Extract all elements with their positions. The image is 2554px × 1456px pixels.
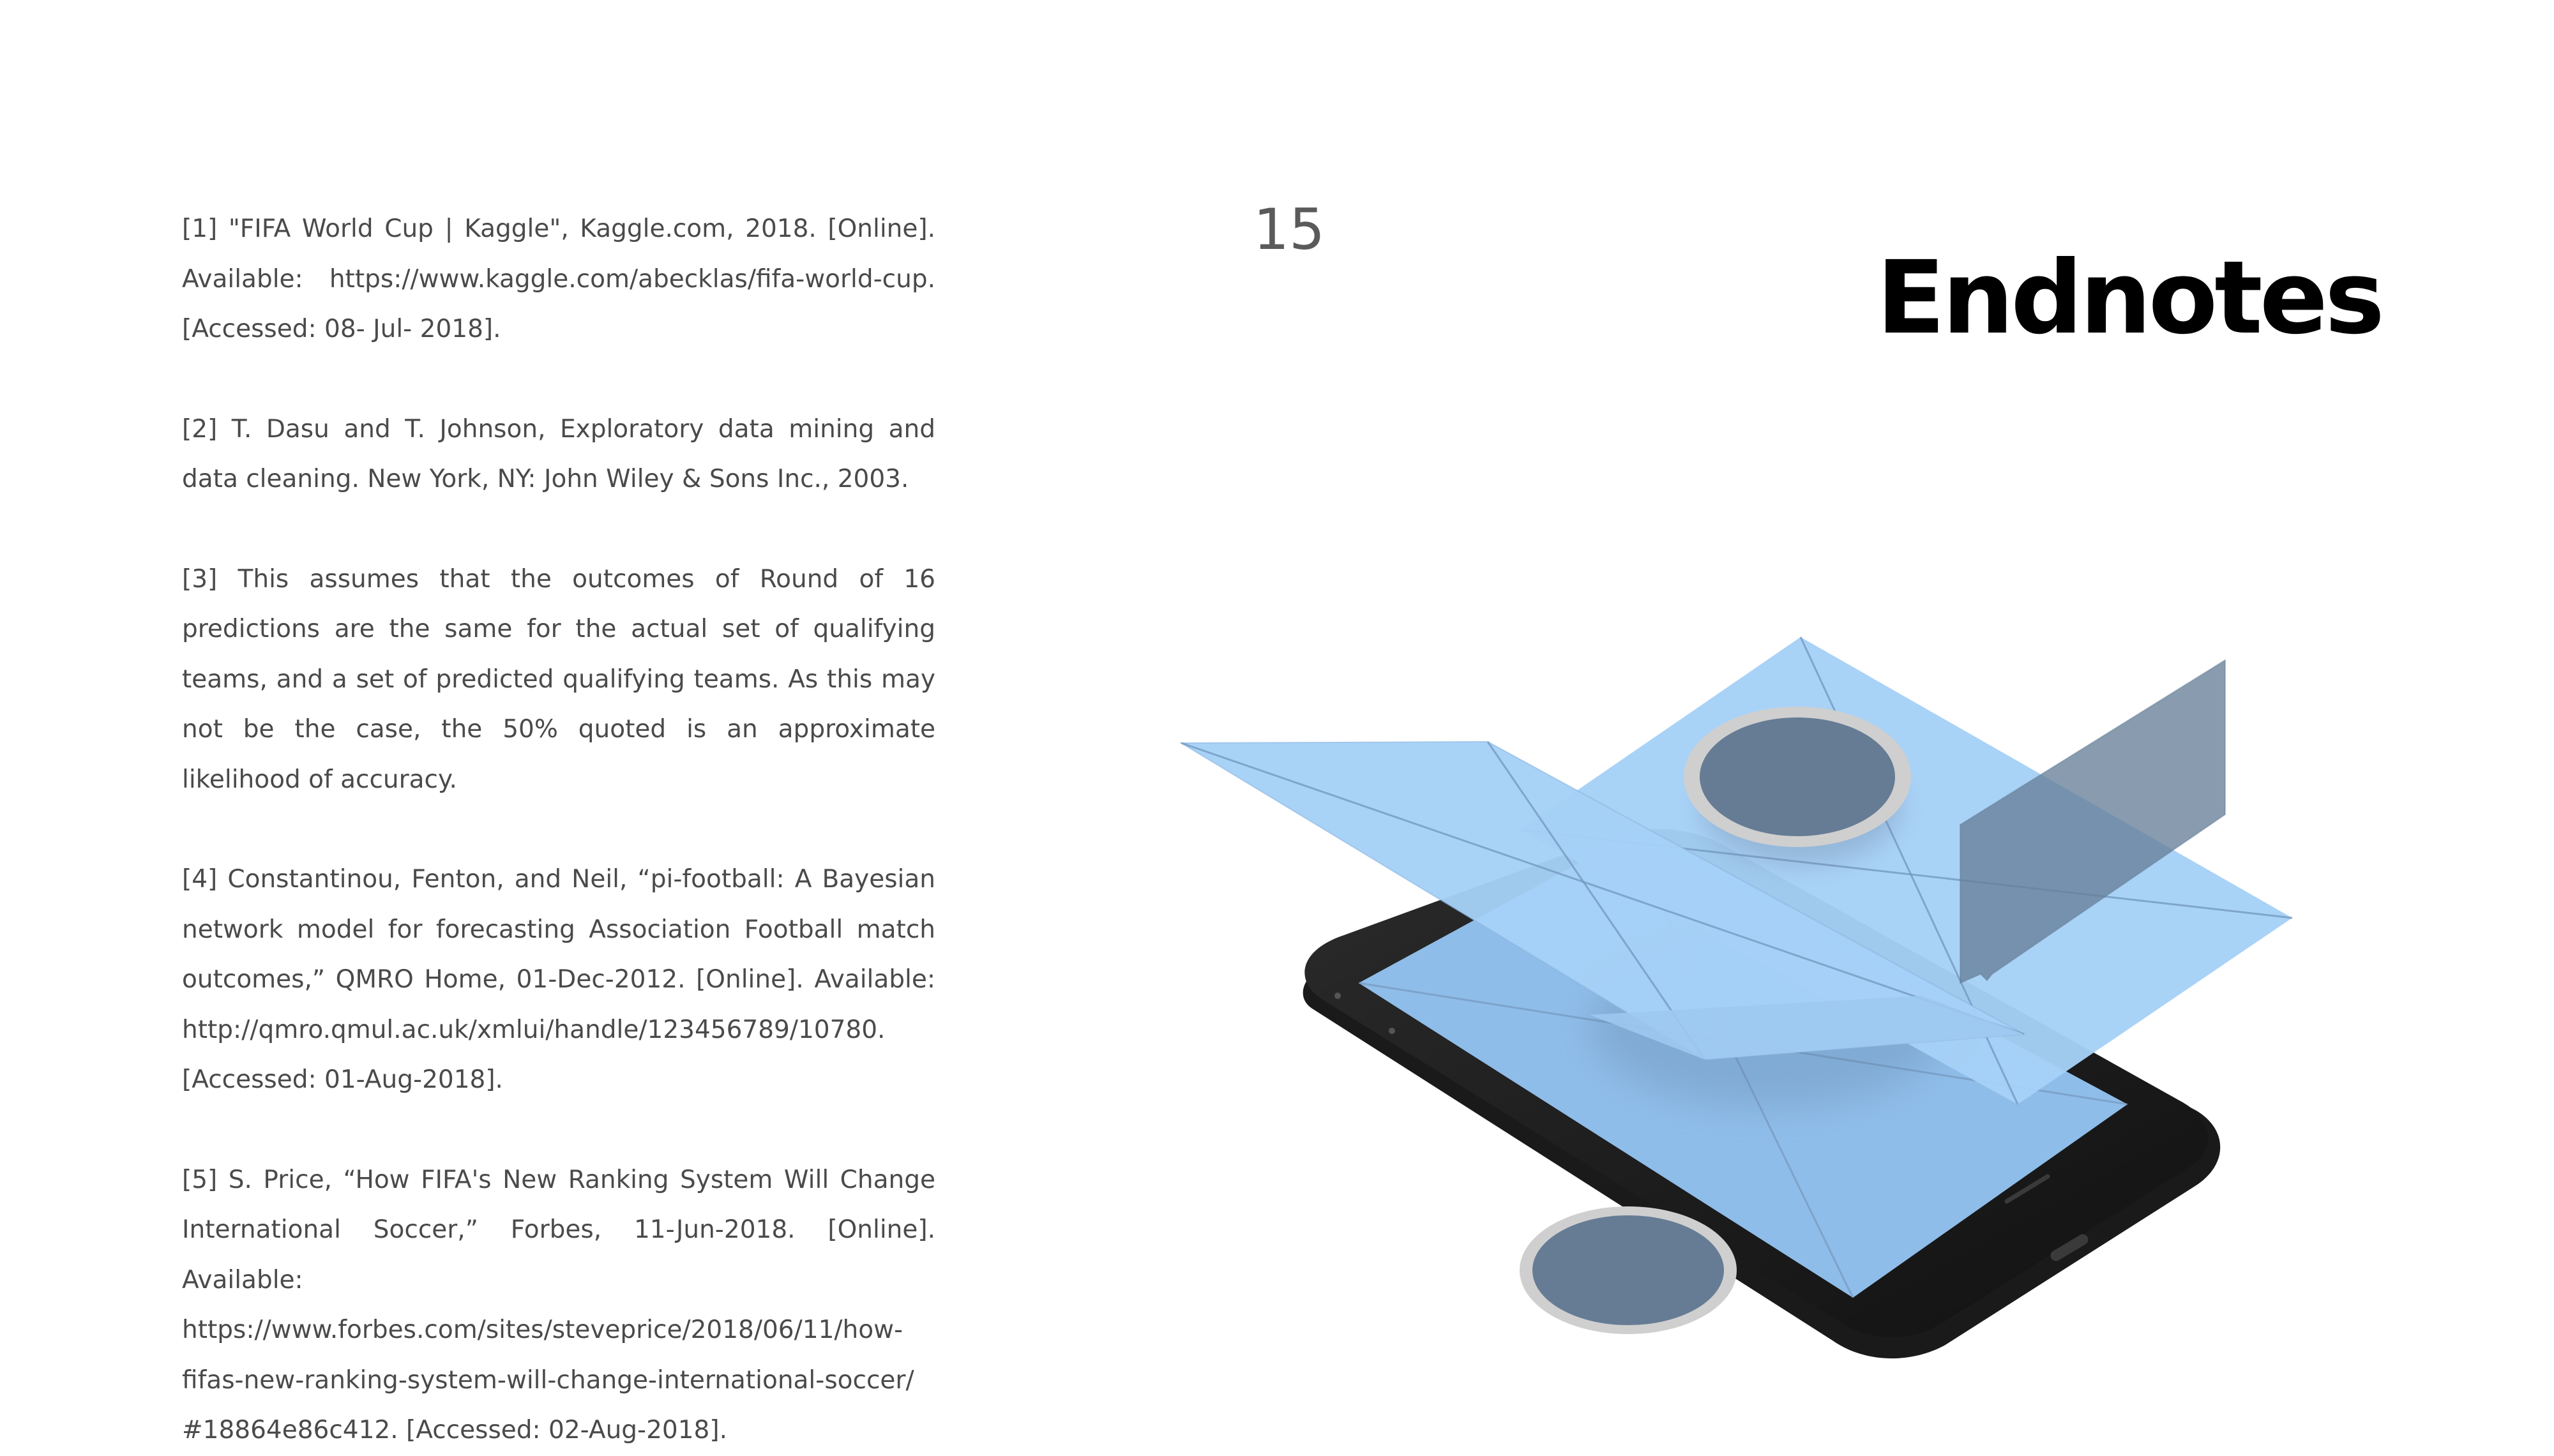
endnote-3: [3] This assumes that the outcomes of Ro…: [182, 564, 935, 794]
circle-placeholder-icon: [1520, 1206, 1737, 1334]
endnote-1: [1] "FIFA World Cup | Kaggle", Kaggle.co…: [182, 214, 935, 343]
endnote-2: [2] T. Dasu and T. Johnson, Exploratory …: [182, 414, 935, 494]
page-title: Endnotes: [1876, 239, 2385, 357]
page-number: 15: [1253, 197, 1325, 262]
phone-wireframe-artwork: [1179, 636, 2293, 1359]
endnote-4: [4] Constantinou, Fenton, and Neil, “pi-…: [182, 865, 935, 1094]
endnote-5: [5] S. Price, “How FIFA's New Ranking Sy…: [182, 1165, 935, 1445]
endnotes-slide: [1] "FIFA World Cup | Kaggle", Kaggle.co…: [0, 0, 2554, 1445]
endnotes-list: [1] "FIFA World Cup | Kaggle", Kaggle.co…: [182, 204, 935, 1456]
phone-wireframe-illustration: [1179, 543, 2331, 1392]
